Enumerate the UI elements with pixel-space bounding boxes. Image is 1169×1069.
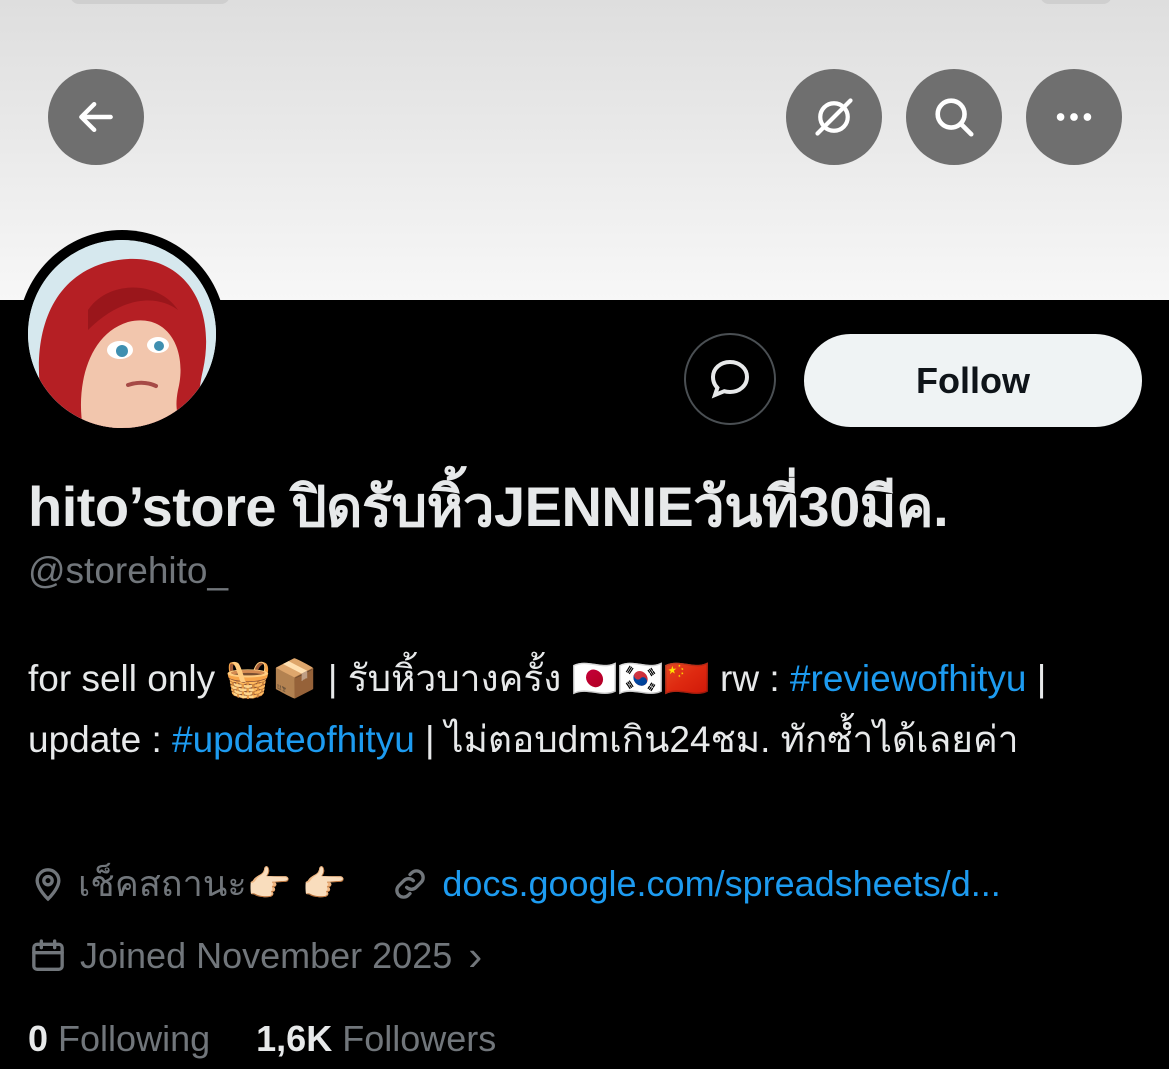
hashtag-review-link[interactable]: #reviewofhityu xyxy=(790,658,1027,699)
arrow-left-icon xyxy=(79,101,113,133)
calendar-icon xyxy=(32,939,64,971)
status-bar-time xyxy=(70,0,230,4)
follow-button[interactable]: Follow xyxy=(804,334,1142,427)
back-button[interactable] xyxy=(48,69,144,165)
grok-icon xyxy=(815,98,853,136)
chevron-right-icon: › xyxy=(468,932,483,979)
handle: @storehito_ xyxy=(28,550,229,591)
search-button[interactable] xyxy=(906,69,1002,165)
bio-text: | ไม่ตอบdmเกิน24ชม. ทักซ้ำได้เลยค่า xyxy=(414,719,1019,760)
message-button[interactable] xyxy=(684,333,776,425)
hashtag-update-link[interactable]: #updateofhityu xyxy=(172,719,415,760)
joined-row[interactable]: Joined November 2025 › xyxy=(28,932,482,980)
battery-icon xyxy=(1040,0,1112,4)
grok-button[interactable] xyxy=(786,69,882,165)
joined-text: Joined November 2025 xyxy=(80,935,453,976)
more-button[interactable] xyxy=(1026,69,1122,165)
display-name: hito’store ปิดรับหิ้วJENNIEวันที่30มีค. xyxy=(28,475,949,538)
followers-label: Followers xyxy=(342,1018,497,1059)
link-icon xyxy=(395,868,426,899)
followers-stat[interactable]: 1,6K Followers xyxy=(256,1018,496,1059)
profile-meta: เช็คสถานะ👉🏻 👉🏻 docs.google.com/spreadshe… xyxy=(28,855,1001,912)
bio: for sell only 🧺📦 | รับหิ้วบางครั้ง 🇯🇵🇰🇷🇨… xyxy=(28,648,1138,770)
following-stat[interactable]: 0 Following xyxy=(28,1018,210,1059)
search-icon xyxy=(935,98,974,137)
message-icon xyxy=(710,359,750,399)
more-icon xyxy=(1056,113,1092,121)
following-label: Following xyxy=(58,1018,211,1059)
avatar[interactable] xyxy=(28,240,216,428)
location-text: เช็คสถานะ👉🏻 👉🏻 xyxy=(78,863,347,904)
location-icon xyxy=(35,867,61,901)
bio-text: for sell only 🧺📦 | รับหิ้วบางครั้ง 🇯🇵🇰🇷🇨… xyxy=(28,658,790,699)
website-link[interactable]: docs.google.com/spreadsheets/d... xyxy=(442,863,1000,905)
followers-count: 1,6K xyxy=(256,1018,333,1059)
following-count: 0 xyxy=(28,1018,49,1059)
follow-stats: 0 Following 1,6K Followers xyxy=(28,1018,496,1060)
